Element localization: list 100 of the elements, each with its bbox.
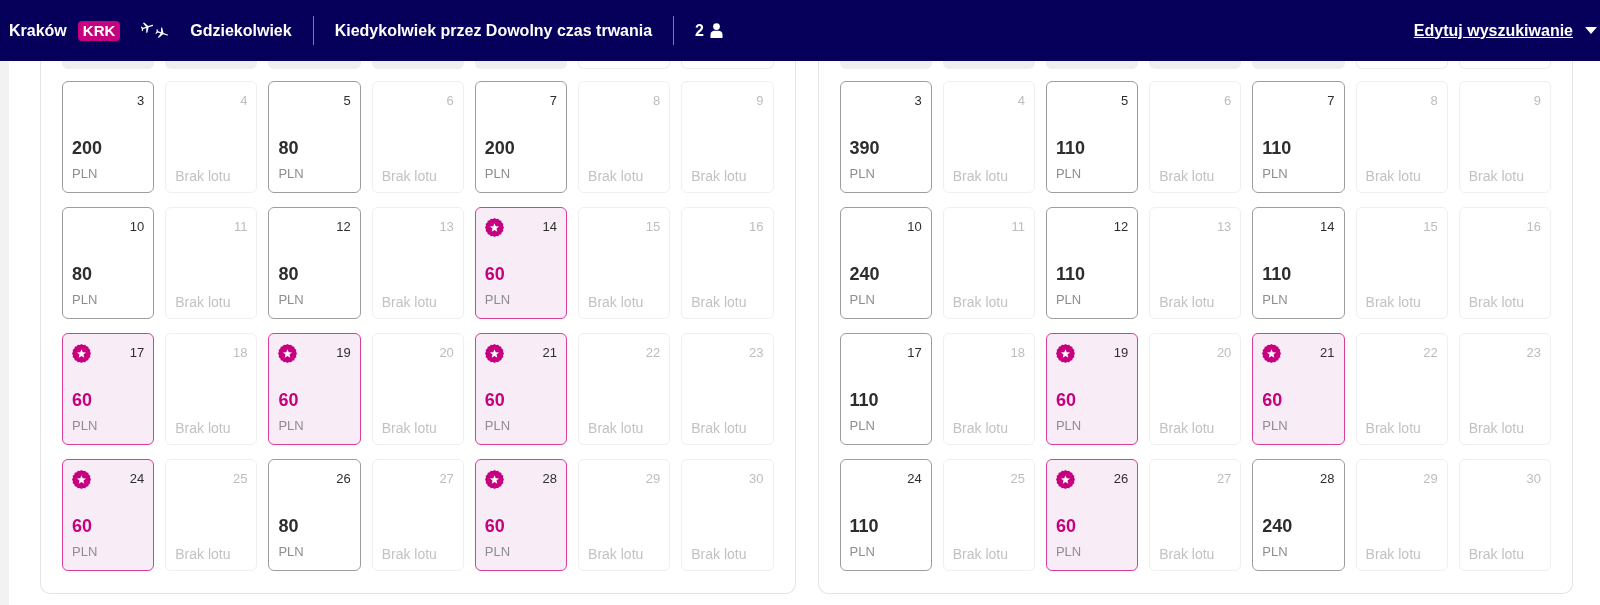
no-flight-text: Brak lotu [381, 419, 438, 437]
price-text: 60 [484, 263, 506, 285]
day-cell[interactable]: 17 110 PLN [839, 333, 932, 445]
day-cell[interactable]: 7 110 PLN [1252, 81, 1345, 193]
day-number: 30 [1526, 470, 1541, 488]
price-text: 240 [849, 263, 881, 285]
day-cell[interactable]: 21 60 PLN [474, 333, 568, 445]
day-cell[interactable]: 5 110 PLN [1045, 81, 1139, 193]
day-cell[interactable]: 7 200 PLN [474, 81, 568, 193]
day-number: 14 [542, 218, 558, 236]
star-badge-icon [484, 217, 504, 237]
day-number: 27 [1216, 470, 1232, 488]
no-flight-text: Brak lotu [381, 545, 438, 563]
day-cell[interactable]: 17 60 PLN [62, 333, 155, 445]
price-text: 390 [849, 137, 881, 159]
no-flight-text: Brak lotu [588, 167, 645, 185]
day-cell[interactable]: 14 60 PLN [474, 207, 568, 319]
no-flight-text: Brak lotu [381, 167, 438, 185]
day-number: 11 [233, 218, 248, 236]
day-cell[interactable]: 19 60 PLN [1045, 333, 1139, 445]
no-flight-text: Brak lotu [1468, 545, 1526, 563]
day-cell[interactable]: 10 240 PLN [839, 207, 932, 319]
day-number: 21 [1320, 344, 1335, 362]
destination-text[interactable]: Gdziekolwiek [190, 21, 292, 40]
day-number: 25 [232, 470, 248, 488]
price-text: 80 [278, 515, 300, 537]
star-badge-icon [484, 469, 504, 489]
price-text: 60 [1055, 515, 1077, 537]
price-text: 110 [1262, 263, 1293, 285]
star-badge-icon [1055, 343, 1075, 363]
price-text: 110 [1055, 137, 1086, 159]
day-cell[interactable]: 28 60 PLN [474, 459, 568, 571]
currency-text: PLN [1055, 417, 1083, 435]
day-cell[interactable]: 3 200 PLN [62, 81, 155, 193]
currency-text: PLN [278, 291, 305, 309]
day-cell[interactable]: 19 60 PLN [268, 333, 361, 445]
no-flight-text: Brak lotu [1159, 167, 1216, 185]
no-flight-text: Brak lotu [1365, 419, 1422, 437]
day-number: 29 [1423, 470, 1438, 488]
caret-icon[interactable] [1585, 27, 1597, 34]
passenger-count[interactable]: 2 [695, 21, 704, 40]
day-number: 16 [1526, 218, 1541, 236]
day-number: 17 [907, 344, 922, 362]
day-cell[interactable]: 10 80 PLN [62, 207, 155, 319]
day-number: 16 [749, 218, 764, 236]
currency-text: PLN [72, 543, 99, 561]
day-cell[interactable]: 24 110 PLN [839, 459, 932, 571]
day-number: 20 [439, 344, 454, 362]
day-number: 13 [439, 218, 454, 236]
no-flight-text: Brak lotu [691, 293, 748, 311]
price-text: 80 [278, 137, 300, 159]
day-cell[interactable]: 12 110 PLN [1045, 207, 1139, 319]
no-flight-text: Brak lotu [1468, 293, 1526, 311]
currency-text: PLN [278, 417, 305, 435]
no-flight-text: Brak lotu [588, 419, 645, 437]
currency-text: PLN [1262, 543, 1289, 561]
day-number: 12 [336, 218, 351, 236]
price-text: 60 [1055, 389, 1077, 411]
currency-text: PLN [1055, 543, 1083, 561]
day-number: 8 [1430, 92, 1438, 110]
price-text: 110 [849, 515, 880, 537]
dates-text[interactable]: Kiedykolwiek przez Dowolny czas trwania [334, 21, 653, 40]
day-number: 13 [1216, 218, 1232, 236]
day-number: 10 [129, 218, 145, 236]
price-text: 60 [278, 389, 300, 411]
day-cell[interactable]: 14 110 PLN [1252, 207, 1345, 319]
price-text: 60 [484, 389, 506, 411]
day-cell[interactable]: 21 60 PLN [1252, 333, 1345, 445]
no-flight-text: Brak lotu [175, 293, 232, 311]
currency-text: PLN [72, 165, 99, 183]
day-number: 25 [1010, 470, 1025, 488]
day-number: 7 [1327, 92, 1335, 110]
no-flight-text: Brak lotu [952, 545, 1009, 563]
day-cell[interactable]: 3 390 PLN [839, 81, 932, 193]
price-text: 110 [1055, 263, 1086, 285]
day-number: 9 [756, 92, 764, 110]
day-cell[interactable]: 5 80 PLN [268, 81, 361, 193]
currency-text: PLN [849, 165, 876, 183]
no-flight-text: Brak lotu [175, 419, 232, 437]
no-flight-text: Brak lotu [1365, 293, 1422, 311]
price-text: 60 [1262, 389, 1284, 411]
price-text: 60 [72, 515, 94, 537]
origin-city[interactable]: Kraków [9, 21, 67, 40]
currency-text: PLN [1262, 165, 1289, 183]
day-cell[interactable]: 26 60 PLN [1045, 459, 1139, 571]
day-cell[interactable]: 12 80 PLN [268, 207, 361, 319]
no-flight-text: Brak lotu [381, 293, 438, 311]
day-cell[interactable]: 28 240 PLN [1252, 459, 1345, 571]
day-number: 23 [749, 344, 764, 362]
day-cell[interactable]: 26 80 PLN [268, 459, 361, 571]
currency-text: PLN [484, 291, 512, 309]
edit-search-link[interactable]: Edytuj wyszukiwanie [1413, 21, 1573, 40]
person-icon [710, 23, 723, 38]
no-flight-text: Brak lotu [952, 167, 1009, 185]
day-cell[interactable]: 24 60 PLN [62, 459, 155, 571]
star-badge-icon [278, 343, 298, 363]
day-number: 22 [645, 344, 661, 362]
price-text: 200 [72, 137, 104, 159]
no-flight-text: Brak lotu [952, 419, 1009, 437]
no-flight-text: Brak lotu [1159, 545, 1216, 563]
